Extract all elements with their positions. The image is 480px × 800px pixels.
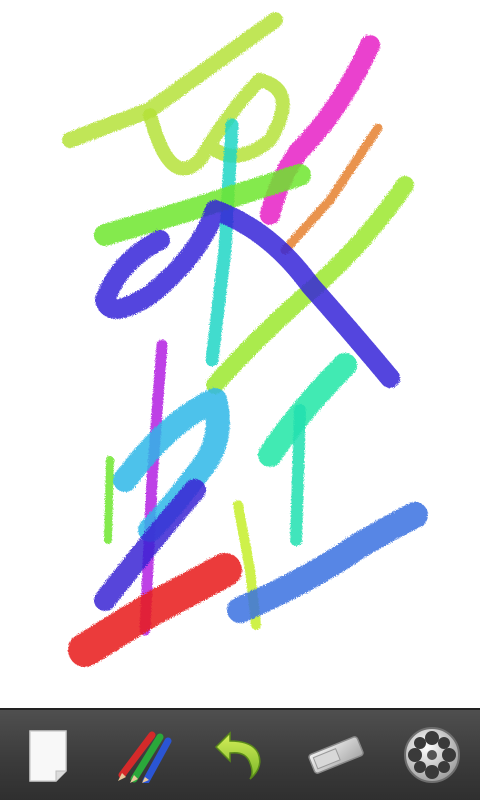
stroke-blue-lower: [227, 502, 428, 623]
stroke-teal-vertical: [290, 404, 306, 546]
playback-button[interactable]: [392, 715, 472, 795]
eraser-icon: [308, 736, 364, 774]
drawing-surface[interactable]: [0, 0, 480, 708]
stroke-teal-right: [258, 353, 357, 467]
bottom-toolbar: [0, 708, 480, 800]
stroke-lime-top: [62, 12, 283, 148]
new-page-button[interactable]: [8, 715, 88, 795]
undo-arrow-icon: [214, 731, 261, 780]
eraser-button[interactable]: [296, 715, 376, 795]
undo-button[interactable]: [200, 715, 280, 795]
brush-colors-button[interactable]: [104, 715, 184, 795]
drawing-canvas[interactable]: [0, 0, 480, 708]
blank-page-icon: [29, 730, 67, 782]
stroke-green-small: [104, 456, 114, 544]
film-reel-icon: [404, 727, 460, 783]
colored-pencils-icon: [118, 731, 172, 783]
